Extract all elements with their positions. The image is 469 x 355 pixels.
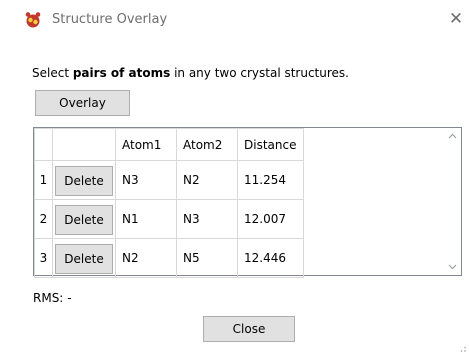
atom2-cell[interactable]: N5	[176, 238, 238, 278]
window-title: Structure Overlay	[52, 12, 168, 27]
rms-readout: RMS: -	[33, 291, 72, 305]
chevron-down-icon[interactable]	[444, 258, 461, 275]
row-index: 1	[34, 160, 53, 200]
overlay-button[interactable]: Overlay	[35, 90, 130, 116]
vertical-scrollbar[interactable]	[444, 128, 461, 275]
delete-button[interactable]: Delete	[55, 244, 113, 274]
table-header-row: Atom1 Atom2 Distance	[34, 128, 304, 161]
distance-cell[interactable]: 12.007	[237, 199, 304, 239]
delete-button[interactable]: Delete	[55, 205, 113, 235]
instruction-suffix: in any two crystal structures.	[170, 66, 349, 80]
header-atom1[interactable]: Atom1	[115, 128, 177, 161]
rms-label: RMS:	[33, 291, 64, 305]
atom2-cell[interactable]: N2	[176, 160, 238, 200]
instruction-emphasis: pairs of atoms	[72, 66, 171, 80]
atom2-cell[interactable]: N3	[176, 199, 238, 239]
pairs-table: Atom1 Atom2 Distance 1 Delete N3 N2 11.2…	[33, 127, 462, 278]
header-index	[34, 128, 53, 161]
delete-cell: Delete	[52, 238, 116, 278]
window-close-icon[interactable]: ✕	[448, 10, 464, 28]
table-row: 1 Delete N3 N2 11.254	[34, 160, 304, 200]
delete-cell: Delete	[52, 199, 116, 239]
header-atom2[interactable]: Atom2	[176, 128, 238, 161]
distance-cell[interactable]: 12.446	[237, 238, 304, 278]
pairs-grid: Atom1 Atom2 Distance 1 Delete N3 N2 11.2…	[34, 128, 304, 278]
chevron-up-icon[interactable]	[444, 128, 461, 145]
header-distance[interactable]: Distance	[237, 128, 304, 161]
close-button[interactable]: Close	[203, 316, 295, 342]
table-row: 3 Delete N2 N5 12.446	[34, 238, 304, 278]
mercury-app-icon	[25, 12, 41, 28]
row-index: 2	[34, 199, 53, 239]
delete-button[interactable]: Delete	[55, 166, 113, 196]
instruction-text: Select pairs of atoms in any two crystal…	[32, 66, 349, 80]
atom1-cell[interactable]: N2	[115, 238, 177, 278]
distance-cell[interactable]: 11.254	[237, 160, 304, 200]
resize-grip-icon[interactable]	[457, 343, 467, 353]
table-row: 2 Delete N1 N3 12.007	[34, 199, 304, 239]
row-index: 3	[34, 238, 53, 278]
instruction-prefix: Select	[32, 66, 73, 80]
rms-value: -	[67, 291, 72, 305]
atom1-cell[interactable]: N3	[115, 160, 177, 200]
delete-cell: Delete	[52, 160, 116, 200]
atom1-cell[interactable]: N1	[115, 199, 177, 239]
title-bar: Structure Overlay ✕	[0, 0, 469, 40]
header-action	[52, 128, 116, 161]
